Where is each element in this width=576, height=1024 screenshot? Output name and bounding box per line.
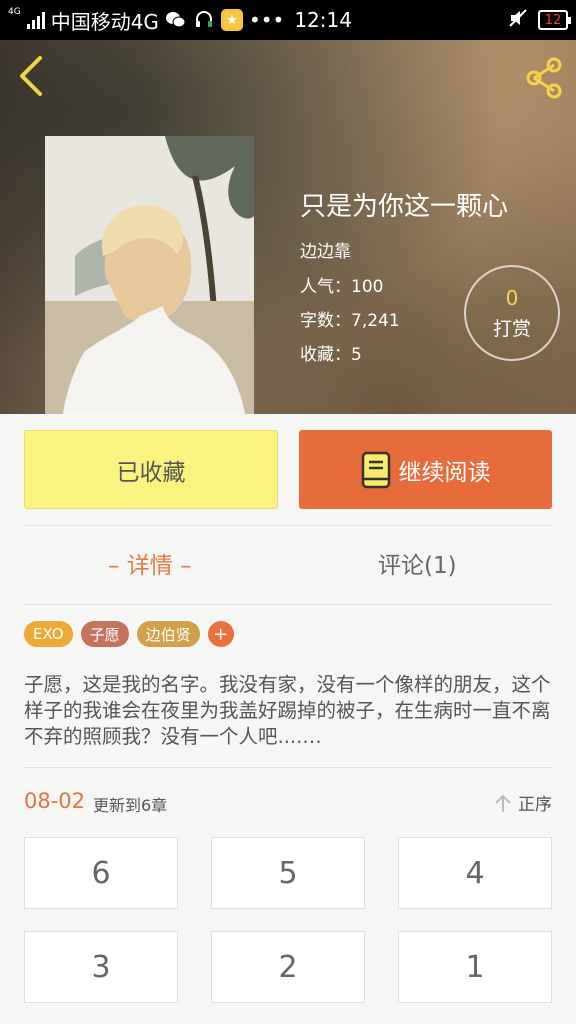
- favorites-stat: 收藏：5: [300, 346, 508, 364]
- book-author[interactable]: 边边靠: [300, 237, 508, 262]
- book-cover-image: [45, 136, 254, 414]
- favorites-value: 5: [351, 345, 362, 365]
- continue-reading-label: 继续阅读: [398, 459, 491, 486]
- sort-order-button[interactable]: 正序: [494, 790, 552, 815]
- status-bar: 4G 中国移动4G ★ ••• 12:14 12: [0, 0, 576, 40]
- popularity-value: 100: [351, 277, 384, 297]
- add-tag-button[interactable]: +: [207, 621, 234, 647]
- update-date: 08-02: [24, 789, 86, 813]
- continue-reading-button[interactable]: 继续阅读: [299, 430, 552, 509]
- tag-ziyuan[interactable]: 子愿: [80, 621, 129, 647]
- share-icon: [526, 57, 562, 99]
- star-app-icon: ★: [220, 9, 243, 31]
- sort-order-label: 正序: [518, 795, 552, 815]
- arrow-up-icon: [495, 794, 511, 812]
- tip-label: 打赏: [492, 317, 531, 340]
- popularity-label: 人气：: [300, 277, 351, 297]
- divider: [24, 604, 552, 605]
- book-summary[interactable]: 子愿，这是我的名字。我没有家，没有一个像样的朋友，这个样子的我谁会在夜里为我盖好…: [24, 672, 552, 750]
- more-notifications-dots: •••: [248, 8, 285, 32]
- chapter-button[interactable]: 1: [398, 931, 552, 1003]
- clock: 12:14: [294, 8, 352, 32]
- divider: [24, 767, 552, 768]
- chapter-button[interactable]: 6: [24, 837, 178, 909]
- tip-count: 0: [505, 285, 519, 310]
- chapter-button[interactable]: 3: [24, 931, 178, 1003]
- update-status: 更新到6章: [93, 796, 168, 815]
- share-button[interactable]: [520, 54, 568, 102]
- favorited-button[interactable]: 已收藏: [24, 430, 278, 509]
- favorites-label: 收藏：: [300, 345, 351, 365]
- wechat-icon: [165, 9, 187, 31]
- mute-icon: [508, 8, 528, 33]
- carrier-label: 中国移动4G: [50, 9, 159, 34]
- chapter-button[interactable]: 5: [211, 837, 365, 909]
- signal-icon: [26, 11, 45, 29]
- chevron-left-icon: [20, 56, 42, 96]
- battery-icon: 12: [538, 10, 571, 30]
- tip-button[interactable]: 0 打赏: [464, 265, 560, 361]
- word-count-label: 字数：: [300, 311, 351, 331]
- chapter-button[interactable]: 2: [211, 931, 365, 1003]
- back-button[interactable]: [14, 54, 50, 98]
- tab-comments[interactable]: 评论(1): [378, 546, 457, 580]
- favorited-label: 已收藏: [116, 459, 186, 486]
- tag-exo[interactable]: EXO: [24, 621, 73, 647]
- headset-icon: [193, 9, 215, 31]
- network-type-tag: 4G: [8, 6, 21, 17]
- book-header: 只是为你这一颗心 边边靠 人气：100 字数：7,241 收藏：5 0 打赏: [0, 40, 576, 414]
- book-title: 只是为你这一颗心: [300, 192, 509, 222]
- tag-list: EXO 子愿 边伯贤 +: [24, 621, 234, 647]
- divider: [24, 525, 552, 526]
- tag-bianboxian[interactable]: 边伯贤: [136, 621, 200, 647]
- book-icon: [361, 451, 390, 488]
- tab-details[interactable]: – 详情 –: [108, 546, 192, 580]
- chapter-button[interactable]: 4: [398, 837, 552, 909]
- word-count-value: 7,241: [351, 311, 400, 331]
